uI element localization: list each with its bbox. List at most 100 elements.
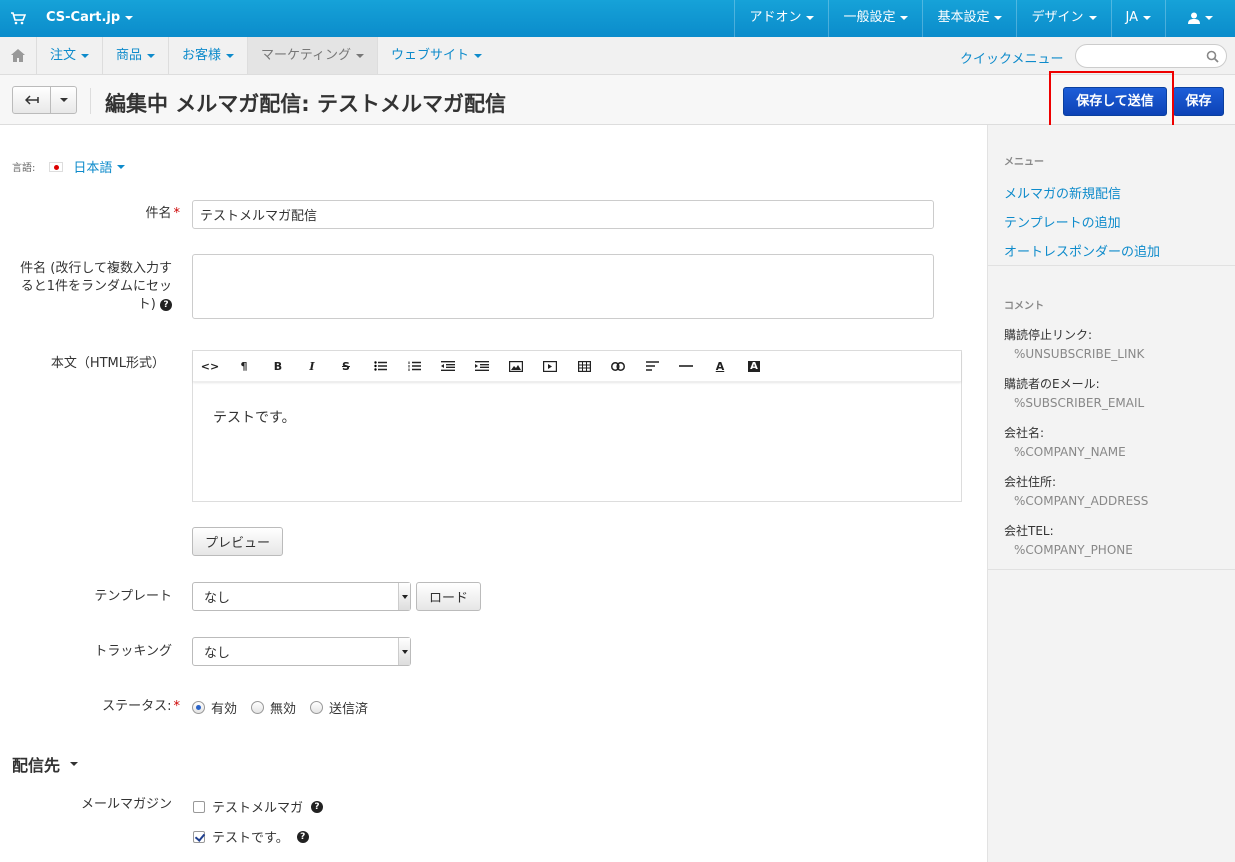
bullet-list-icon[interactable] [363, 351, 397, 382]
chevron-down-icon [398, 583, 410, 610]
sidebar-heading: コメント [1004, 301, 1044, 312]
nav-products[interactable]: 商品 [103, 37, 170, 74]
back-dropdown-button[interactable] [51, 87, 76, 113]
status-radio-group: 有効 無効 送信済 [192, 698, 382, 717]
sidebar-link-add-autoresponder[interactable]: オートレスポンダーの追加 [988, 241, 1235, 260]
multi-subject-textarea[interactable] [192, 254, 934, 319]
chevron-down-icon [147, 53, 156, 58]
font-color-icon[interactable]: A [703, 351, 737, 382]
topnav-general-settings[interactable]: 一般設定 [828, 0, 922, 37]
link-icon[interactable] [601, 351, 635, 382]
quick-menu-link[interactable]: クイックメニュー [960, 48, 1063, 67]
sidebar-link-new-newsletter[interactable]: メルマガの新規配信 [988, 183, 1235, 202]
sidebar-heading: メニュー [1004, 157, 1044, 168]
mailing-list-item: テストです。? [193, 827, 309, 846]
background-color-icon[interactable]: A [737, 351, 771, 382]
brand-menu[interactable]: CS-Cart.jp [46, 10, 134, 25]
template-select[interactable]: なし [192, 582, 411, 611]
topnav-language[interactable]: JA [1110, 0, 1166, 37]
nav-label: 注文 [50, 48, 77, 63]
nav-website[interactable]: ウェブサイト [378, 37, 495, 74]
chevron-down-icon [1143, 15, 1151, 20]
search-input[interactable] [1075, 44, 1227, 68]
placeholder-key: 会社住所: [1004, 475, 1057, 489]
status-radio-active[interactable] [192, 701, 205, 714]
divider [988, 265, 1235, 266]
topnav-basic-settings[interactable]: 基本設定 [922, 0, 1016, 37]
sidebar-menu-section: メニュー メルマガの新規配信 テンプレートの追加 オートレスポンダーの追加 [988, 153, 1235, 260]
placeholder-item: 会社名: %COMPANY_NAME [988, 424, 1235, 459]
mailing-list-checkbox[interactable] [193, 800, 205, 813]
placeholder-item: 会社住所: %COMPANY_ADDRESS [988, 473, 1235, 508]
chevron-down-icon [59, 98, 68, 102]
radio-label: 送信済 [329, 702, 369, 717]
bold-icon[interactable]: B [261, 351, 295, 382]
outdent-icon[interactable] [431, 351, 465, 382]
image-icon[interactable] [499, 351, 533, 382]
video-icon[interactable] [533, 351, 567, 382]
italic-icon[interactable]: I [295, 351, 329, 382]
tracking-select[interactable]: なし [192, 637, 411, 666]
numbered-list-icon[interactable] [397, 351, 431, 382]
chevron-down-icon [1088, 15, 1097, 20]
topnav-label: 基本設定 [937, 10, 990, 25]
nav-label: マーケティング [261, 48, 352, 63]
editor-content[interactable]: テストです。 [193, 382, 961, 452]
subject-label: 件名 * [100, 205, 180, 223]
save-button[interactable]: 保存 [1173, 87, 1224, 116]
language-label: 言語: [12, 163, 36, 174]
topnav-design[interactable]: デザイン [1016, 0, 1110, 37]
chevron-down-icon [117, 164, 126, 169]
nav-label: ウェブサイト [391, 48, 470, 63]
horizontal-rule-icon[interactable] [669, 351, 703, 382]
help-icon[interactable]: ? [311, 800, 324, 813]
tracking-select-value: なし [204, 646, 231, 661]
align-icon[interactable] [635, 351, 669, 382]
multi-subject-label-line: 件名 (改行して複数入力す [20, 261, 172, 276]
nav-customers[interactable]: お客様 [169, 37, 249, 74]
topnav-label: デザイン [1031, 10, 1084, 25]
preview-button[interactable]: プレビュー [192, 527, 283, 556]
search-icon [1206, 50, 1219, 63]
editor-toolbar: <> ¶ B I S A A [193, 351, 961, 382]
paragraph-icon[interactable]: ¶ [227, 351, 261, 382]
back-button[interactable] [13, 87, 51, 113]
required-marker: * [173, 206, 181, 221]
status-radio-sent[interactable] [310, 701, 324, 714]
status-label: ステータス: * [60, 698, 180, 716]
topnav-label: JA [1125, 10, 1139, 25]
nav-orders[interactable]: 注文 [37, 37, 104, 74]
topnav-addons[interactable]: アドオン [734, 0, 828, 37]
mailing-lists-label: メールマガジン [80, 797, 172, 812]
code-view-icon[interactable]: <> [193, 351, 227, 382]
status-radio-inactive[interactable] [251, 701, 265, 714]
chevron-down-icon [806, 15, 815, 20]
help-icon[interactable]: ? [160, 298, 172, 311]
indent-icon[interactable] [465, 351, 499, 382]
topnav-user-menu[interactable] [1165, 0, 1235, 37]
top-bar: CS-Cart.jp アドオン 一般設定 基本設定 デザイン JA [0, 0, 1235, 37]
nav-marketing[interactable]: マーケティング [248, 37, 379, 74]
language-selector[interactable]: 言語: 日本語 [12, 157, 126, 176]
sidebar-link-add-template[interactable]: テンプレートの追加 [988, 212, 1235, 231]
chevron-down-icon [226, 53, 235, 58]
placeholder-key: 会社名: [1004, 426, 1045, 440]
back-arrow-icon [24, 95, 39, 105]
home-icon [11, 49, 25, 62]
home-button[interactable] [0, 37, 37, 74]
placeholder-key: 購読停止リンク: [1004, 328, 1093, 342]
subject-input[interactable]: テストメルマガ配信 [192, 200, 934, 229]
tracking-label: トラッキング [94, 644, 172, 659]
recipients-section-toggle[interactable]: 配信先 [12, 752, 79, 776]
table-icon[interactable] [567, 351, 601, 382]
language-value: 日本語 [73, 161, 113, 176]
japan-flag-icon [49, 161, 64, 172]
mailing-list-checkbox[interactable] [193, 830, 205, 843]
help-icon[interactable]: ? [296, 830, 309, 843]
placeholder-item: 購読停止リンク: %UNSUBSCRIBE_LINK [988, 326, 1235, 361]
load-button[interactable]: ロード [416, 582, 481, 611]
placeholder-value: %SUBSCRIBER_EMAIL [1014, 396, 1145, 410]
chevron-down-icon [70, 762, 79, 766]
chevron-down-icon [900, 15, 909, 20]
strikethrough-icon[interactable]: S [329, 351, 363, 382]
